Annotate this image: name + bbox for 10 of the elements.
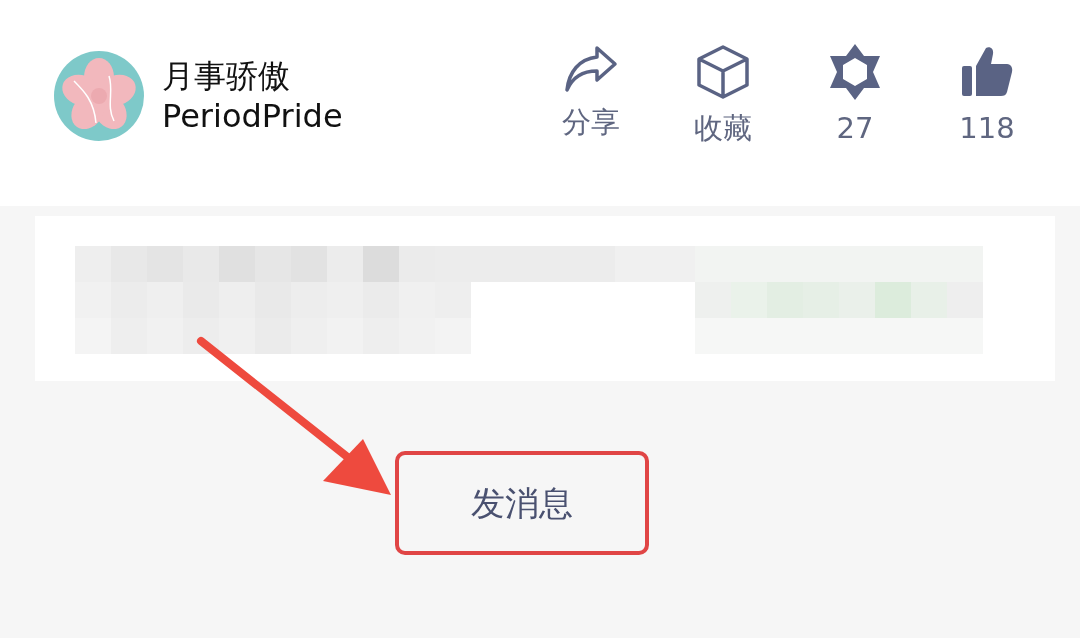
action-button[interactable]: 118: [944, 43, 1030, 143]
account-handle: PeriodPride: [162, 96, 343, 136]
flower-avatar-icon: [54, 51, 144, 141]
hexagram-icon: [828, 43, 882, 100]
account-name: 月事骄傲: [162, 56, 291, 96]
share-arrow-icon: [563, 43, 619, 94]
cube-icon: [696, 43, 750, 100]
action-button[interactable]: 分享: [548, 43, 634, 137]
action-button[interactable]: 27: [812, 43, 898, 143]
action-button[interactable]: 收藏: [680, 43, 766, 143]
